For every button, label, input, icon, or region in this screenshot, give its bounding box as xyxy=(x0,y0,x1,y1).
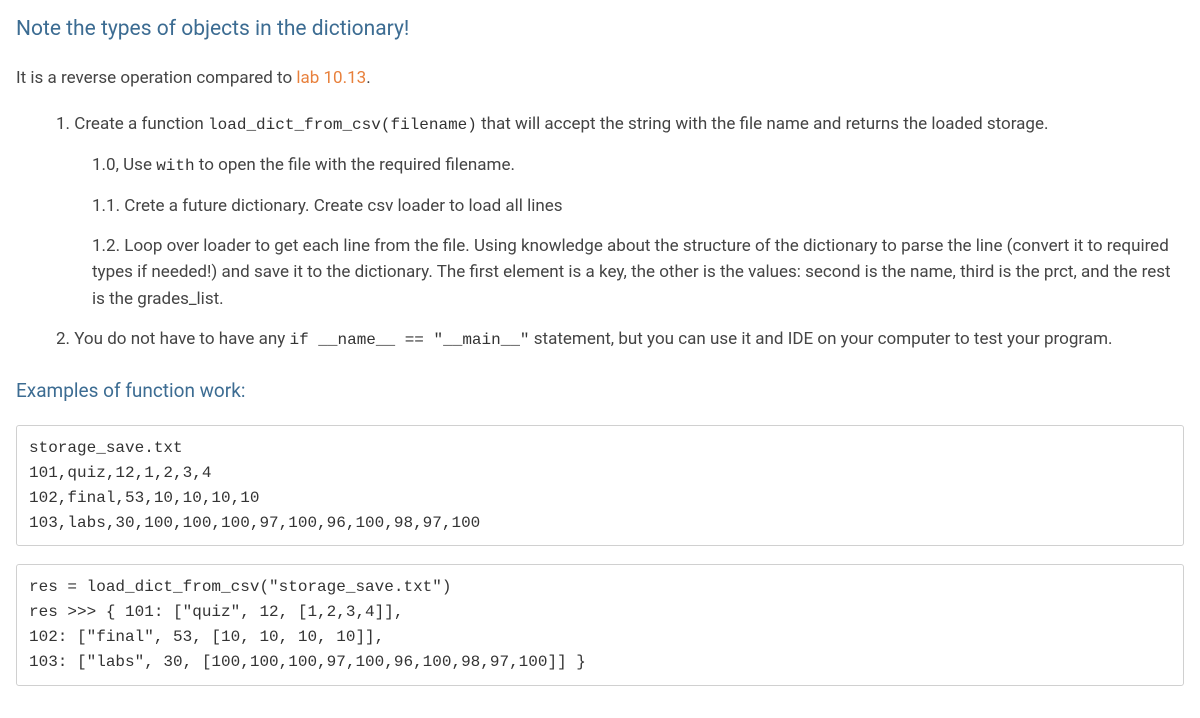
instruction-list: 1. Create a function load_dict_from_csv(… xyxy=(16,111,1184,353)
item1-text2: that will accept the string with the fil… xyxy=(477,114,1049,134)
instruction-item-2: 2. You do not have to have any if __name… xyxy=(56,326,1184,353)
item1-num: 1. xyxy=(56,114,74,134)
sub-item-1-0: 1.0, Use with to open the file with the … xyxy=(92,152,1184,179)
code-block-storage: storage_save.txt 101,quiz,12,1,2,3,4 102… xyxy=(16,425,1184,546)
item2-num: 2. xyxy=(56,329,74,349)
instruction-item-1: 1. Create a function load_dict_from_csv(… xyxy=(56,111,1184,312)
sub-item-1-2: 1.2. Loop over loader to get each line f… xyxy=(92,233,1184,312)
item2-code: if __name__ == "__main__" xyxy=(289,331,529,349)
sub-item-1-1: 1.1. Crete a future dictionary. Create c… xyxy=(92,193,1184,219)
lab-link[interactable]: lab 10.13 xyxy=(296,68,366,88)
sub12-text: Loop over loader to get each line from t… xyxy=(92,236,1171,309)
intro-paragraph: It is a reverse operation compared to la… xyxy=(16,66,1184,92)
sub10-num: 1.0, xyxy=(92,155,123,175)
sub10-t2: to open the file with the required filen… xyxy=(195,155,515,175)
item2-text1: You do not have to have any xyxy=(74,329,289,349)
intro-text-prefix: It is a reverse operation compared to xyxy=(16,68,296,88)
examples-heading: Examples of function work: xyxy=(16,377,1184,406)
note-heading: Note the types of objects in the diction… xyxy=(16,14,1184,46)
sub-instruction-list: 1.0, Use with to open the file with the … xyxy=(56,152,1184,312)
intro-text-suffix: . xyxy=(366,68,370,88)
code-block-result: res = load_dict_from_csv("storage_save.t… xyxy=(16,564,1184,685)
sub11-text: Crete a future dictionary. Create csv lo… xyxy=(124,196,562,216)
item1-code: load_dict_from_csv(filename) xyxy=(208,116,477,134)
item1-text1: Create a function xyxy=(74,114,208,134)
item2-text2: statement, but you can use it and IDE on… xyxy=(530,329,1113,349)
sub10-code: with xyxy=(156,157,194,175)
sub10-t1: Use xyxy=(123,155,156,175)
sub12-num: 1.2. xyxy=(92,236,124,256)
sub11-num: 1.1. xyxy=(92,196,124,216)
